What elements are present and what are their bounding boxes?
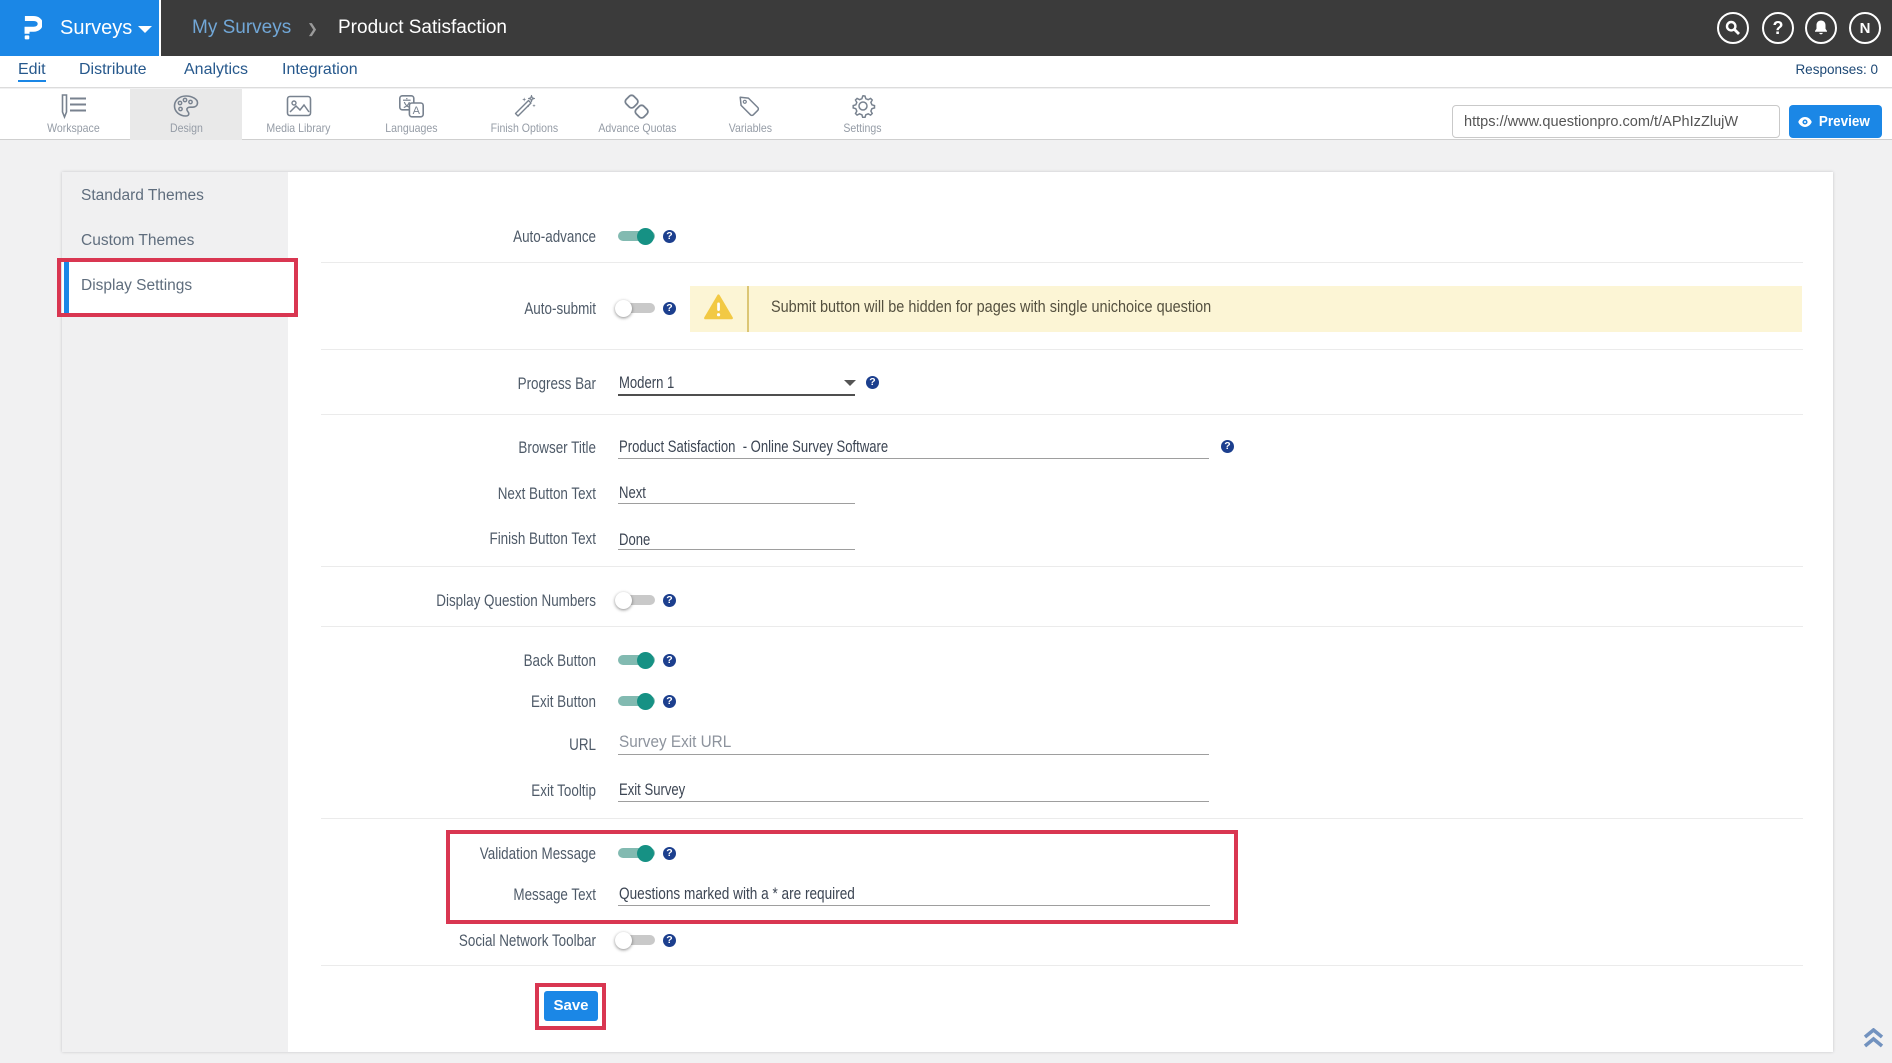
svg-text:A: A bbox=[413, 105, 421, 117]
